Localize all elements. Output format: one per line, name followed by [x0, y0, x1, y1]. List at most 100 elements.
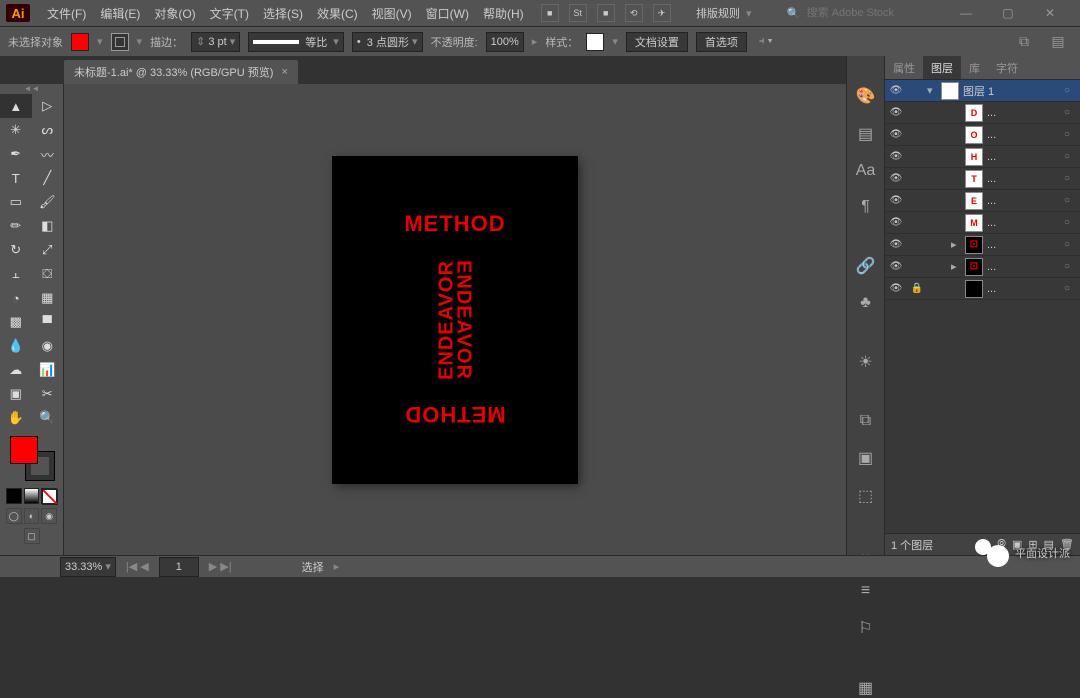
preferences-button[interactable]: 首选项: [696, 32, 747, 52]
search-stock[interactable]: 🔍: [787, 7, 917, 20]
menu-视图v[interactable]: 视图(V): [365, 0, 419, 26]
draw-behind[interactable]: ◐: [24, 508, 40, 524]
artboard-number[interactable]: 1: [159, 557, 199, 577]
layer-row[interactable]: 👁🔒...○: [885, 278, 1080, 300]
status-dropdown-icon[interactable]: ▸: [334, 560, 340, 573]
artwork-text-right[interactable]: ENDEAVOR: [452, 260, 475, 380]
style-swatch[interactable]: [586, 33, 604, 51]
artboard[interactable]: METHOD METHOD ENDEAVOR ENDEAVOR: [333, 157, 577, 483]
fill-stroke-indicator[interactable]: [10, 436, 54, 480]
visibility-toggle[interactable]: 👁: [885, 151, 907, 162]
layer-row[interactable]: 👁O...○: [885, 124, 1080, 146]
visibility-toggle[interactable]: 👁: [885, 283, 907, 294]
menubar-extra-4[interactable]: ✈: [653, 4, 671, 22]
artwork-text-bottom[interactable]: METHOD: [404, 401, 505, 427]
rail-icon-7[interactable]: ⧉: [855, 412, 877, 430]
visibility-toggle[interactable]: 👁: [885, 85, 907, 96]
paintbrush-tool[interactable]: 🖌: [32, 190, 64, 214]
type-tool[interactable]: T: [0, 166, 32, 190]
layer-row[interactable]: 👁▸⊡...○: [885, 234, 1080, 256]
menu-效果c[interactable]: 效果(C): [310, 0, 365, 26]
layer-row[interactable]: 👁M...○: [885, 212, 1080, 234]
rail-icon-11[interactable]: ≡: [855, 582, 877, 600]
tab-close-icon[interactable]: ×: [281, 66, 287, 78]
fill-indicator[interactable]: [10, 436, 38, 464]
pen-tool[interactable]: ✒: [0, 142, 32, 166]
maximize-button[interactable]: ▢: [994, 3, 1022, 23]
stroke-weight-input[interactable]: ⇕ 3 pt ▾: [191, 32, 240, 52]
rail-icon-13[interactable]: ▦: [855, 678, 877, 698]
zoom-level[interactable]: 33.33% ▾: [60, 557, 116, 577]
gradient-tool[interactable]: ▀: [32, 310, 64, 334]
layer-row[interactable]: 👁E...○: [885, 190, 1080, 212]
visibility-toggle[interactable]: 👁: [885, 261, 907, 272]
menubar-extra-2[interactable]: ■: [597, 4, 615, 22]
document-tab[interactable]: 未标题-1.ai* @ 33.33% (RGB/GPU 预览) ×: [64, 60, 298, 84]
minimize-button[interactable]: —: [952, 3, 980, 23]
target-icon[interactable]: ○: [1064, 217, 1080, 228]
fill-swatch[interactable]: [71, 33, 89, 51]
layer-row[interactable]: 👁D...○: [885, 102, 1080, 124]
menu-选择s[interactable]: 选择(S): [256, 0, 310, 26]
workspace[interactable]: METHOD METHOD ENDEAVOR ENDEAVOR: [64, 84, 846, 555]
panel-btn-1[interactable]: ⧉: [1010, 32, 1038, 52]
opacity-input[interactable]: 100%: [486, 32, 524, 52]
perspective-tool[interactable]: ▦: [32, 286, 64, 310]
rotate-tool[interactable]: ↻: [0, 238, 32, 262]
panel-btn-2[interactable]: ▤: [1044, 32, 1072, 52]
layer-row[interactable]: 👁H...○: [885, 146, 1080, 168]
layer-row[interactable]: 👁▾图层 1○: [885, 80, 1080, 102]
target-icon[interactable]: ○: [1064, 173, 1080, 184]
free-transform-tool[interactable]: ⛋: [32, 262, 64, 286]
panel-tab-库[interactable]: 库: [961, 56, 988, 79]
menu-文件f[interactable]: 文件(F): [40, 0, 93, 26]
panel-tab-属性[interactable]: 属性: [885, 56, 923, 79]
slice-tool[interactable]: ✂: [32, 382, 64, 406]
menu-编辑e[interactable]: 编辑(E): [93, 0, 147, 26]
stroke-swatch[interactable]: [111, 33, 129, 51]
shaper-tool[interactable]: ✏: [0, 214, 32, 238]
arrange-rules-dropdown[interactable]: 排版规则▾: [696, 5, 752, 21]
locate-layer-icon[interactable]: ⦾: [997, 538, 1006, 551]
graph-tool[interactable]: 📊: [32, 358, 64, 382]
artwork-text-top[interactable]: METHOD: [404, 211, 505, 237]
target-icon[interactable]: ○: [1064, 239, 1080, 250]
line-tool[interactable]: ╱: [32, 166, 64, 190]
artboard-nav-next[interactable]: ▶ ▶|: [209, 560, 232, 573]
eyedropper-tool[interactable]: 💧: [0, 334, 32, 358]
none-btn[interactable]: [41, 488, 57, 504]
mesh-tool[interactable]: ▩: [0, 310, 32, 334]
layer-row[interactable]: 👁T...○: [885, 168, 1080, 190]
scale-tool[interactable]: ⤢: [32, 238, 64, 262]
target-icon[interactable]: ○: [1064, 85, 1080, 96]
target-icon[interactable]: ○: [1064, 283, 1080, 294]
color-btn[interactable]: [6, 488, 22, 504]
layer-row[interactable]: 👁▸⊡...○: [885, 256, 1080, 278]
visibility-toggle[interactable]: 👁: [885, 239, 907, 250]
visibility-toggle[interactable]: 👁: [885, 107, 907, 118]
rail-icon-5[interactable]: ♣: [855, 294, 877, 312]
magic-wand-tool[interactable]: ✳: [0, 118, 32, 142]
menu-帮助h[interactable]: 帮助(H): [476, 0, 531, 26]
align-icon[interactable]: ⫞ ▾: [759, 35, 773, 48]
selection-tool[interactable]: ▲: [0, 94, 32, 118]
target-icon[interactable]: ○: [1064, 195, 1080, 206]
lock-toggle[interactable]: 🔒: [907, 283, 927, 294]
rail-icon-12[interactable]: ⚐: [855, 618, 877, 638]
lasso-tool[interactable]: ᔕ: [32, 118, 64, 142]
zoom-tool[interactable]: 🔍: [32, 406, 64, 430]
curvature-tool[interactable]: 〰: [32, 142, 64, 166]
clip-mask-icon[interactable]: ▣: [1012, 538, 1022, 551]
menubar-extra-1[interactable]: St: [569, 4, 587, 22]
menu-窗口w[interactable]: 窗口(W): [419, 0, 476, 26]
eraser-tool[interactable]: ◧: [32, 214, 64, 238]
new-sublayer-icon[interactable]: ⊞: [1028, 538, 1037, 551]
menubar-extra-3[interactable]: ⟲: [625, 4, 643, 22]
menu-文字t[interactable]: 文字(T): [203, 0, 256, 26]
rail-icon-0[interactable]: 🎨: [855, 86, 877, 106]
shape-builder-tool[interactable]: ◔: [0, 286, 32, 310]
menu-对象o[interactable]: 对象(O): [147, 0, 202, 26]
close-button[interactable]: ✕: [1036, 3, 1064, 23]
stroke-profile[interactable]: 等比▾: [248, 32, 344, 52]
blend-tool[interactable]: ◉: [32, 334, 64, 358]
